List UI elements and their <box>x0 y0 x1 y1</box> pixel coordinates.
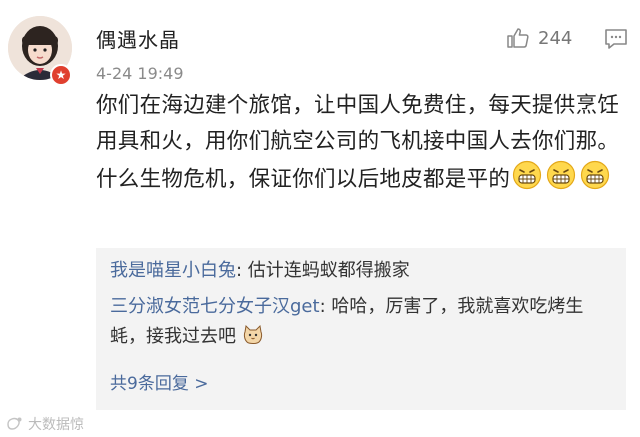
watermark-text: 大数据惊 <box>28 417 84 433</box>
grin-emoji-icon <box>581 160 610 190</box>
weibo-comment: ★ 偶遇水晶 4-24 19:49 244 你们在海边建个旅馆，让中国人免费住，… <box>0 0 640 437</box>
thumbs-up-icon <box>507 28 529 48</box>
like-count: 244 <box>538 27 573 49</box>
reply-author[interactable]: 三分淑女范七分女子汉get <box>110 296 320 317</box>
comment-icon <box>605 29 627 49</box>
grin-emoji-icon <box>513 160 542 190</box>
reply-text: 估计连蚂蚁都得搬家 <box>247 260 410 281</box>
username[interactable]: 偶遇水晶 <box>96 24 180 53</box>
more-replies-link[interactable]: 共9条回复 > <box>110 369 208 394</box>
cat-emoji-icon <box>243 324 262 344</box>
comment-button[interactable] <box>604 28 628 54</box>
reply-separator: : <box>236 260 248 281</box>
grin-emoji-icon <box>547 160 576 190</box>
emoji-row <box>512 160 610 190</box>
reply-author[interactable]: 我是喵星小白兔 <box>110 260 236 281</box>
watermark: 大数据惊 <box>6 414 84 434</box>
reply-item: 三分淑女范七分女子汉get: 哈哈，厉害了，我就喜欢吃烤生蚝，接我过去吧 <box>110 292 615 352</box>
like-button[interactable]: 244 <box>506 26 572 50</box>
reply-item: 我是喵星小白兔: 估计连蚂蚁都得搬家 <box>110 256 615 286</box>
watermark-logo-icon <box>7 417 22 430</box>
verified-badge-icon: ★ <box>50 64 72 86</box>
timestamp: 4-24 19:49 <box>96 64 184 83</box>
comment-body: 你们在海边建个旅馆，让中国人免费住，每天提供烹饪用具和火，用你们航空公司的飞机接… <box>96 88 636 198</box>
reply-separator: : <box>319 296 332 317</box>
reply-box: 我是喵星小白兔: 估计连蚂蚁都得搬家 三分淑女范七分女子汉get: 哈哈，厉害了… <box>96 248 626 410</box>
